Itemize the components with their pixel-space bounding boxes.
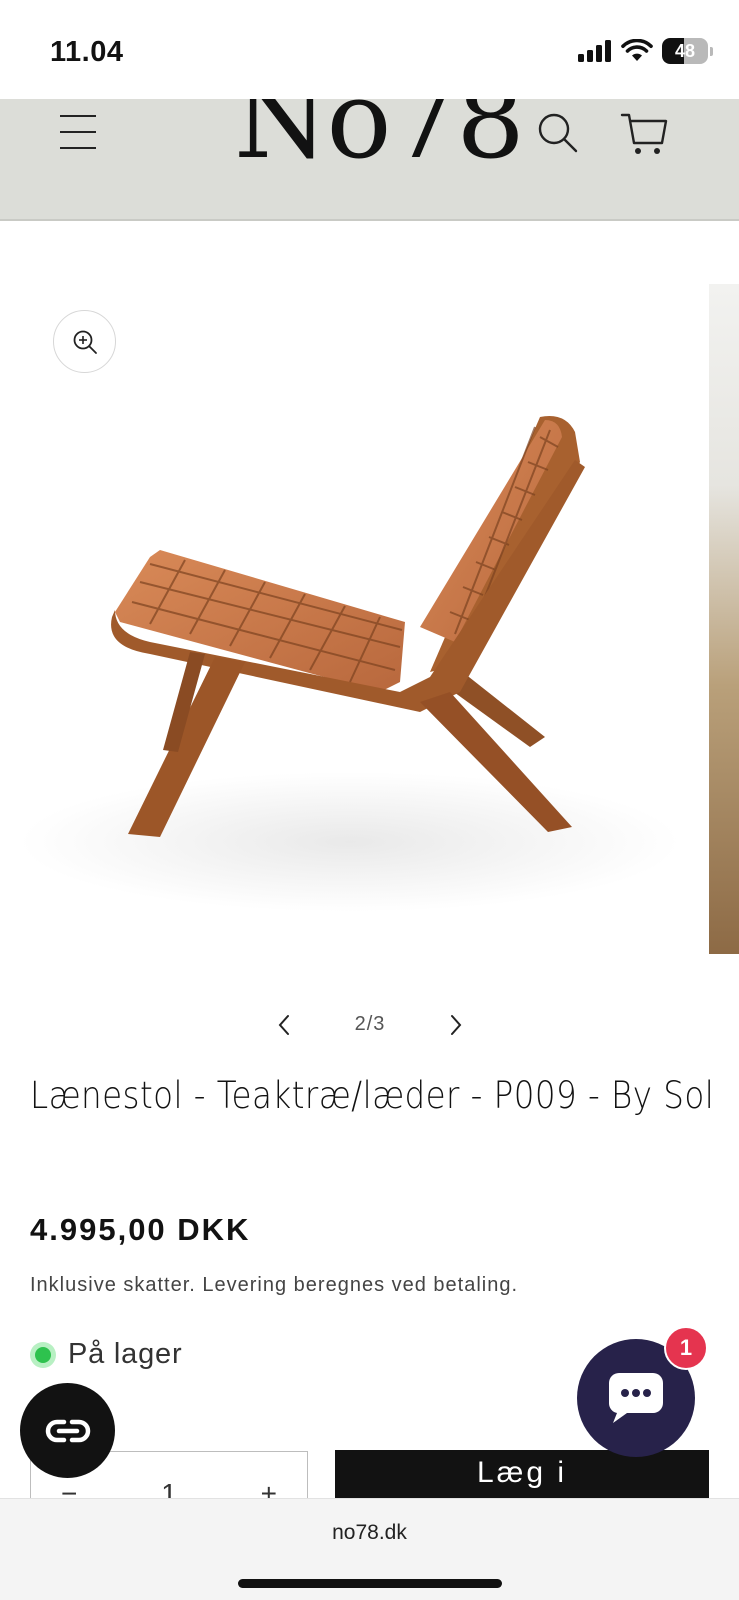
stock-indicator-icon: [30, 1341, 56, 1368]
chat-icon: [608, 1373, 663, 1423]
slider-nav: 2/3: [0, 1005, 739, 1045]
menu-icon: [60, 131, 96, 133]
stock-label: På lager: [68, 1338, 183, 1370]
signal-icon: [578, 40, 611, 62]
cart-button[interactable]: [620, 111, 670, 157]
product-title: Lænestol - Teaktræ/læder - P009 - By Sol: [30, 1074, 715, 1117]
site-header: No78: [0, 99, 739, 221]
browser-bar: no78.dk: [0, 1498, 739, 1600]
loyalty-button[interactable]: [20, 1383, 115, 1478]
slide-counter: 2/3: [354, 1013, 386, 1035]
battery-icon: 48: [662, 38, 708, 64]
next-slide-button[interactable]: [440, 1005, 472, 1045]
menu-icon: [60, 115, 96, 117]
battery-nub: [710, 46, 713, 56]
status-icons: 48: [578, 38, 713, 64]
status-time: 11.04: [50, 36, 124, 68]
zoom-icon: [73, 330, 97, 354]
url-bar[interactable]: no78.dk: [0, 1521, 739, 1545]
stock-status: På lager: [30, 1338, 182, 1371]
chevron-left-icon: [278, 1015, 289, 1035]
search-icon: [538, 113, 578, 153]
previous-slide-button[interactable]: [268, 1005, 300, 1045]
cart-icon: [620, 113, 668, 154]
menu-button[interactable]: [56, 111, 102, 157]
chat-notification-badge: 1: [664, 1326, 708, 1370]
product-gallery[interactable]: [0, 222, 739, 967]
add-to-cart-button[interactable]: Læg i: [335, 1450, 709, 1500]
site-logo[interactable]: No78: [234, 99, 525, 175]
tax-note: Inklusive skatter. Levering beregnes ved…: [30, 1274, 519, 1296]
loyalty-icon: [45, 1419, 90, 1442]
home-indicator[interactable]: [238, 1579, 502, 1588]
status-bar: 11.04 48: [0, 0, 739, 99]
wifi-icon: [621, 39, 653, 61]
product-price: 4.995,00 DKK: [30, 1212, 251, 1247]
next-slide-preview[interactable]: [709, 284, 739, 954]
search-button[interactable]: [536, 111, 580, 155]
battery-level: 48: [674, 40, 696, 61]
zoom-button[interactable]: [53, 310, 116, 373]
menu-icon: [60, 147, 96, 149]
chevron-right-icon: [451, 1015, 462, 1035]
